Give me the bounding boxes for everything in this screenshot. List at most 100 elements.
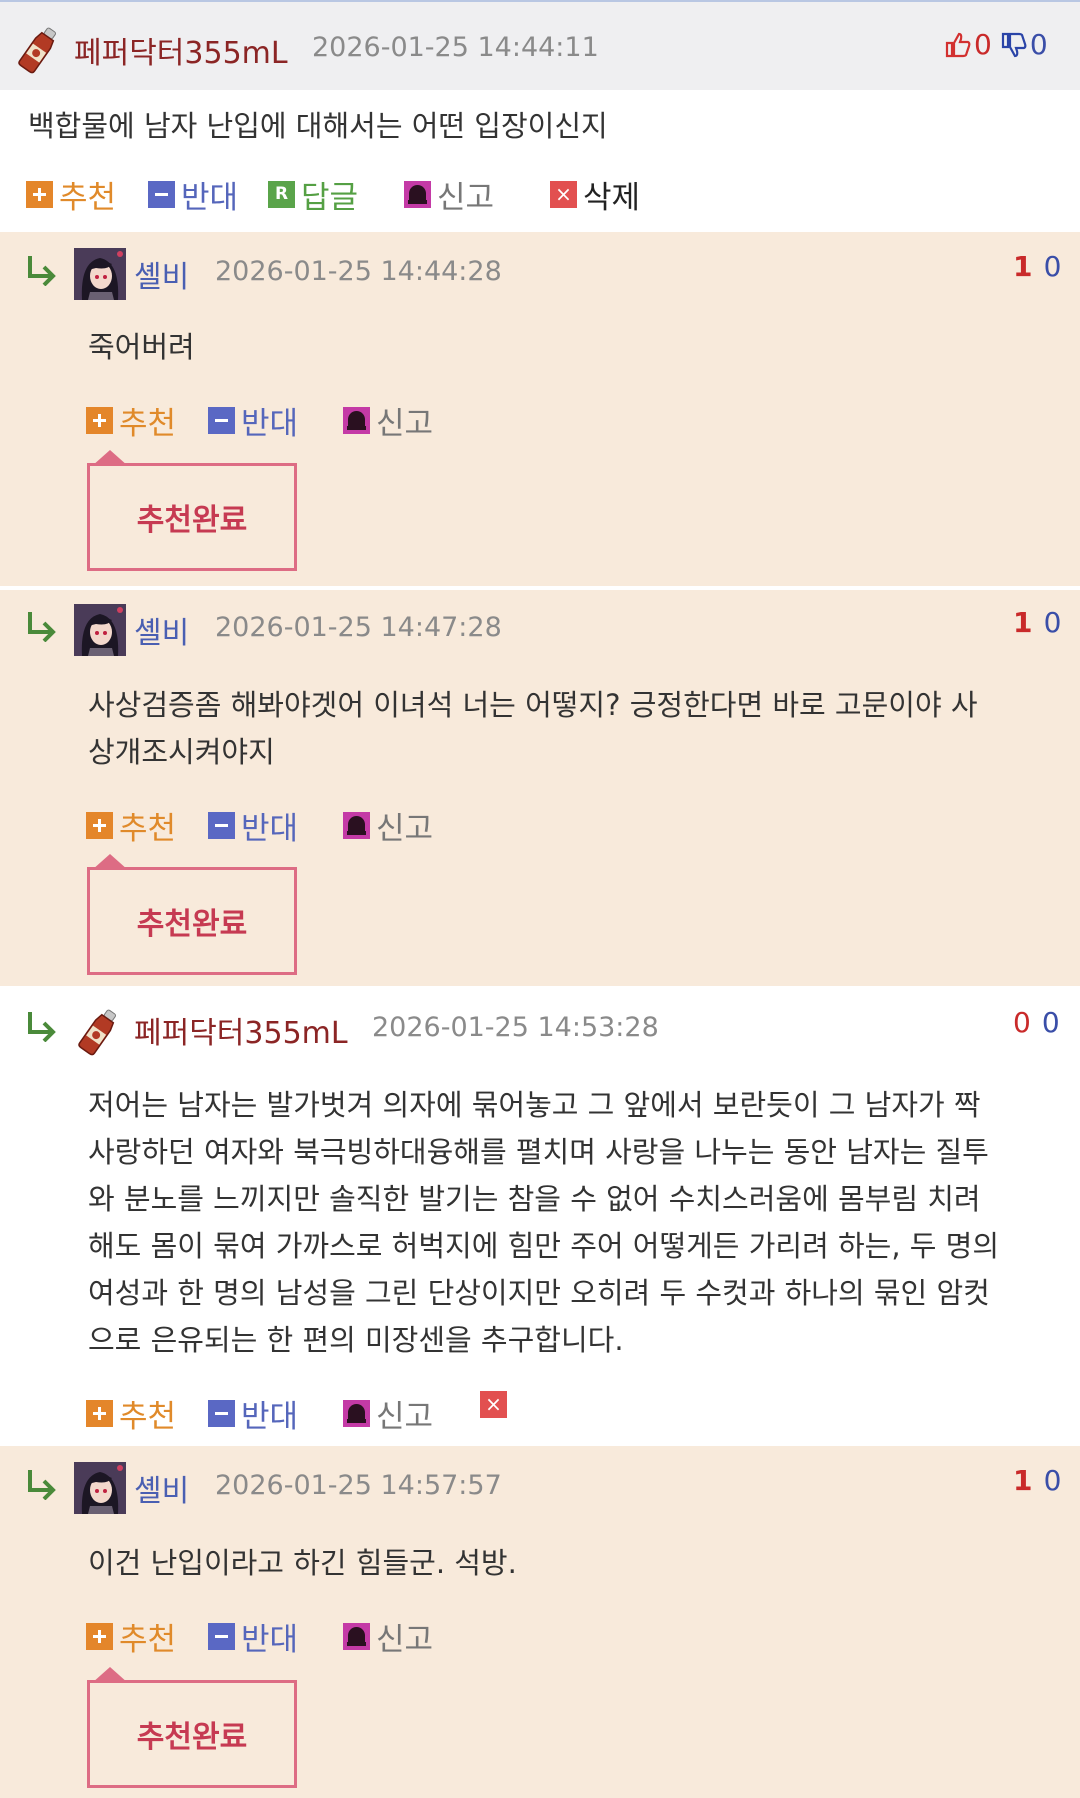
upvote-count: 1 [1013,606,1033,639]
plus-icon [26,181,53,208]
author-name[interactable]: 셸비 [134,1466,189,1510]
upvote-count: 0 [974,28,992,61]
downvote-count: 0 [1043,1464,1062,1497]
recommend-label: 추천 [59,180,117,216]
delete-label: 삭제 [583,180,641,216]
root-comment-header: 페퍼닥터355mL 2026-01-25 14:44:11 0 0 [0,0,1080,90]
report-label: 신고 [376,1622,434,1658]
comment-date: 2026-01-25 14:47:28 [215,612,502,643]
popup-message: 추천완료 [136,1720,248,1755]
minus-icon [208,1623,235,1650]
oppose-button[interactable]: 반대 [148,172,238,217]
downvote-count: 0 [1043,606,1062,639]
report-button[interactable]: 신고 [343,398,433,443]
vote-counter: 1 0 [1013,1464,1061,1497]
comment-date: 2026-01-25 14:44:11 [312,32,599,63]
report-button[interactable]: 신고 [343,1391,433,1436]
minus-icon [148,181,175,208]
oppose-label: 반대 [181,180,239,216]
comment-date: 2026-01-25 14:53:28 [372,1012,659,1043]
vote-counter: 0 0 [944,28,1048,61]
reply-arrow-icon [24,252,58,286]
plus-icon [86,1623,113,1650]
delete-button[interactable]: × [480,1391,513,1418]
recommend-button[interactable]: 추천 [86,1614,176,1659]
oppose-button[interactable]: 반대 [208,803,298,848]
anime-girl-avatar [74,248,126,300]
comment-date: 2026-01-25 14:57:57 [215,1470,502,1501]
author-name[interactable]: 페퍼닥터355mL [134,1008,348,1052]
anime-girl-avatar [74,604,126,656]
report-button[interactable]: 신고 [343,803,433,848]
reply-comment: 셸비 2026-01-25 14:44:28 1 0 죽어버려 추천 반대 신고… [0,232,1080,586]
oppose-button[interactable]: 반대 [208,398,298,443]
vote-counter: 1 0 [1013,250,1061,283]
comment-line: 사상검증좀 해봐야겟어 이녀석 너는 어떻지? 긍정한다면 바로 고문이야 사 [88,688,978,722]
minus-icon [208,812,235,839]
popup-arrow [92,450,128,466]
recommend-label: 추천 [119,1622,177,1658]
downvote-count: 0 [1043,250,1062,283]
oppose-label: 반대 [241,811,299,847]
comment-date: 2026-01-25 14:44:28 [215,256,502,287]
alarm-icon [404,181,431,208]
minus-icon [208,407,235,434]
author-name[interactable]: 페퍼닥터355mL [74,28,288,72]
recommend-button[interactable]: 추천 [86,398,176,443]
root-comment-body: 백합물에 남자 난입에 대해서는 어떤 입장이신지 추천 반대 R 답글 신고 … [0,90,1080,232]
thumb-up-icon[interactable] [944,31,972,59]
comment-line: 여성과 한 명의 남성을 그린 단상이지만 오히려 두 수컷과 하나의 묶인 암… [88,1276,990,1310]
reply-comment: 셸비 2026-01-25 14:47:28 1 0 사상검증좀 해봐야겟어 이… [0,590,1080,986]
report-button[interactable]: 신고 [404,172,494,217]
alarm-icon [343,1623,370,1650]
popup-message: 추천완료 [136,907,248,942]
comment-line: 상개조시켜야지 [88,735,275,769]
upvote-count: 1 [1013,1464,1033,1497]
alarm-icon [343,407,370,434]
plus-icon [86,1400,113,1427]
reply-arrow-icon [24,1008,58,1042]
oppose-button[interactable]: 반대 [208,1614,298,1659]
pepper-bottle-avatar [74,1006,124,1056]
reply-icon: R [268,181,295,208]
popup-message: 추천완료 [136,503,248,538]
delete-icon: × [480,1391,507,1418]
vote-counter: 0 0 [1013,1006,1060,1039]
upvote-count: 0 [1013,1006,1031,1039]
downvote-count: 0 [1029,28,1048,61]
thumb-down-icon[interactable] [1000,31,1028,59]
oppose-label: 반대 [241,406,299,442]
reply-label: 답글 [301,180,359,216]
recommend-button[interactable]: 추천 [26,172,116,217]
recommend-label: 추천 [119,1399,177,1435]
upvote-count: 1 [1013,250,1033,283]
reply-arrow-icon [24,608,58,642]
report-label: 신고 [376,811,434,847]
author-name[interactable]: 셸비 [134,608,189,652]
pepper-bottle-avatar [14,24,64,74]
reply-comment: 페퍼닥터355mL 2026-01-25 14:53:28 0 0 저어는 남자… [0,986,1080,1446]
recommend-button[interactable]: 추천 [86,803,176,848]
recommend-label: 추천 [119,811,177,847]
plus-icon [86,407,113,434]
recommend-label: 추천 [119,406,177,442]
delete-button[interactable]: × 삭제 [550,172,640,217]
recommend-complete-popup: 추천완료 [87,450,297,571]
comment-line: 이건 난입이라고 하긴 힘들군. 석방. [88,1546,517,1580]
oppose-label: 반대 [241,1622,299,1658]
recommend-button[interactable]: 추천 [86,1391,176,1436]
alarm-icon [343,812,370,839]
plus-icon [86,812,113,839]
report-label: 신고 [437,180,495,216]
author-name[interactable]: 셸비 [134,252,189,296]
reply-arrow-icon [24,1466,58,1500]
reply-button[interactable]: R 답글 [268,172,358,217]
minus-icon [208,1400,235,1427]
report-button[interactable]: 신고 [343,1614,433,1659]
oppose-button[interactable]: 반대 [208,1391,298,1436]
popup-arrow [92,1667,128,1683]
popup-arrow [92,854,128,870]
vote-counter: 1 0 [1013,606,1061,639]
recommend-complete-popup: 추천완료 [87,1667,297,1788]
comment-line: 저어는 남자는 발가벗겨 의자에 묶어놓고 그 앞에서 보란듯이 그 남자가 짝 [88,1088,981,1122]
